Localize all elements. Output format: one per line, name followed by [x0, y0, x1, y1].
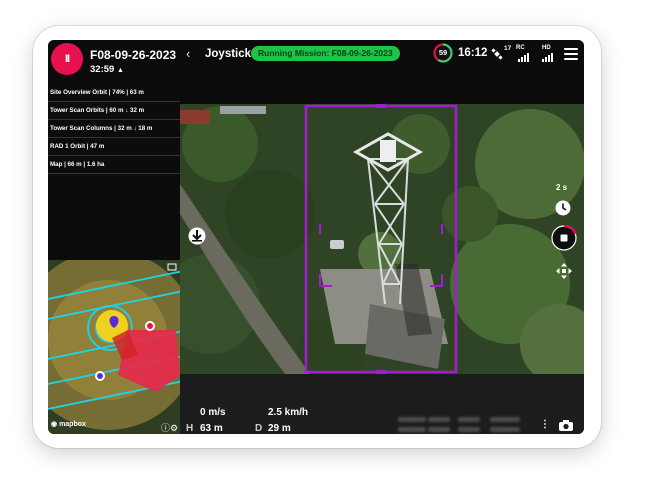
mapbox-logo-icon: ◉	[51, 421, 58, 428]
rc-signal-label: RC	[516, 45, 525, 51]
mission-elapsed[interactable]: 32:59 ▲	[90, 64, 124, 75]
camera-setting-blurred	[398, 417, 426, 422]
interval-label: 2 s	[556, 183, 568, 192]
step-site-overview-orbit[interactable]: Site Overview Orbit | 74% | 63 m	[48, 84, 180, 102]
satellite-icon	[491, 48, 503, 60]
move-arrows-icon[interactable]	[555, 262, 573, 280]
flight-mode[interactable]: Joystick	[205, 48, 251, 60]
distance-value: 29 m	[268, 423, 291, 434]
app-screen: II F08-09-26-2023 32:59 ▲ ‹ Joystick Run…	[48, 40, 584, 434]
more-options-icon[interactable]: ⋮	[540, 419, 550, 430]
caret-up-icon: ▲	[116, 67, 124, 74]
step-rad-1-orbit[interactable]: RAD 1 Orbit | 47 m	[48, 138, 180, 156]
camera-setting-blurred	[458, 427, 480, 432]
height-key: H	[186, 423, 194, 434]
timer-icon[interactable]	[555, 200, 571, 216]
mission-steps-panel: Site Overview Orbit | 74% | 63 m Tower S…	[48, 84, 180, 260]
camera-setting-blurred	[458, 417, 480, 422]
camera-setting-blurred	[428, 427, 450, 432]
stop-capture-button[interactable]	[551, 225, 577, 251]
mapbox-label: mapbox	[59, 421, 86, 428]
telemetry-bar: 0 m/s 2.5 km/h H 63 m D 29 m ⋮	[180, 374, 584, 434]
mission-name: F08-09-26-2023	[90, 48, 177, 62]
running-mission-badge: Running Mission: F08-09-26-2023	[251, 46, 400, 61]
battery-percent: 59	[438, 48, 448, 57]
pause-icon: II	[64, 53, 70, 65]
map-settings-icon[interactable]: ⓘ⚙	[161, 421, 178, 433]
aerial-view-image	[180, 104, 584, 374]
hd-signal-label: HD	[542, 45, 551, 51]
map-canvas	[48, 260, 180, 434]
step-tower-scan-columns[interactable]: Tower Scan Columns | 32 m ↓ 18 m	[48, 120, 180, 138]
camera-icon[interactable]	[558, 419, 574, 432]
menu-icon[interactable]	[564, 48, 578, 60]
step-map[interactable]: Map | 66 m | 1.6 ha	[48, 156, 180, 174]
satellite-count: 17	[504, 45, 512, 52]
pause-mission-button[interactable]: II	[51, 43, 83, 75]
hd-signal-icon	[542, 52, 555, 62]
distance-key: D	[255, 423, 263, 434]
back-chevron-icon[interactable]: ‹	[186, 46, 190, 61]
camera-setting-blurred	[428, 417, 450, 422]
camera-feed[interactable]	[180, 104, 584, 374]
camera-setting-blurred	[398, 427, 426, 432]
step-tower-scan-orbits[interactable]: Tower Scan Orbits | 60 m ↓ 32 m	[48, 102, 180, 120]
height-value: 63 m	[200, 423, 223, 434]
vertical-speed: 0 m/s	[200, 407, 226, 418]
rc-signal-icon	[518, 52, 531, 62]
mapbox-attribution: ◉ mapbox	[51, 420, 86, 428]
minimap[interactable]	[48, 260, 180, 434]
elapsed-time: 32:59	[90, 64, 115, 75]
camera-setting-blurred	[490, 417, 520, 422]
camera-setting-blurred	[490, 427, 520, 432]
clock: 16:12	[458, 47, 488, 59]
download-icon[interactable]	[188, 227, 206, 245]
horizontal-speed: 2.5 km/h	[268, 407, 309, 418]
